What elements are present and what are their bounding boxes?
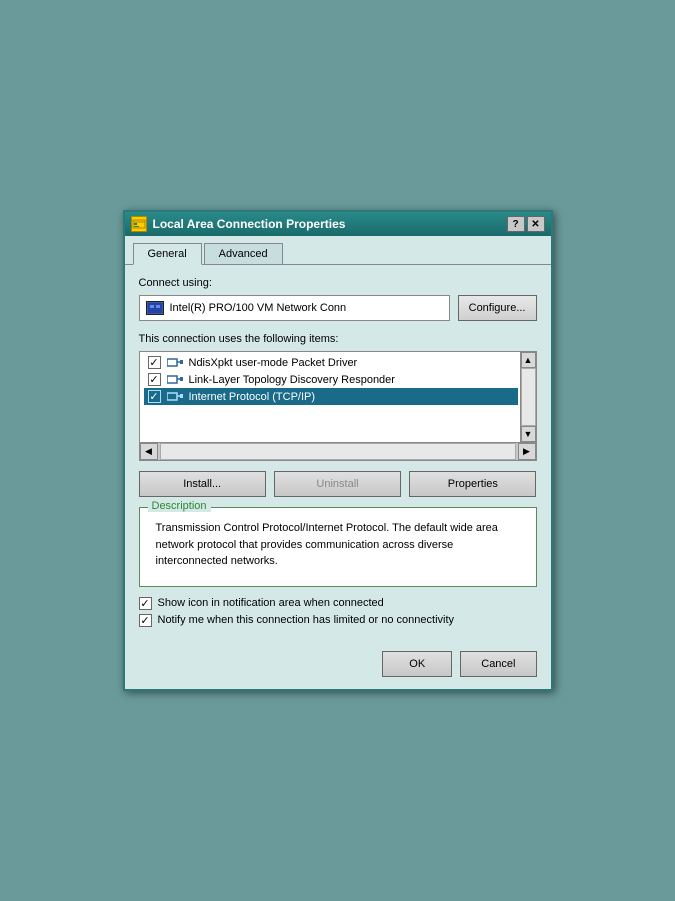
action-buttons: Install... Uninstall Properties (139, 471, 537, 497)
dialog-window: Local Area Connection Properties ? ✕ Gen… (123, 210, 553, 691)
scroll-track-v[interactable] (521, 368, 536, 426)
item-label-1: NdisXpkt user-mode Packet Driver (189, 357, 358, 369)
notify-label: Notify me when this connection has limit… (158, 614, 455, 626)
notify-checkbox[interactable]: ✓ (139, 614, 152, 627)
description-title: Description (148, 500, 211, 512)
title-bar-left: Local Area Connection Properties (131, 216, 346, 232)
help-button[interactable]: ? (507, 216, 525, 232)
net-icon-2 (167, 373, 183, 386)
scroll-right-arrow[interactable]: ▶ (518, 443, 536, 460)
description-group: Description Transmission Control Protoco… (139, 507, 537, 587)
adapter-icon (146, 301, 164, 315)
install-button[interactable]: Install... (139, 471, 266, 497)
close-button[interactable]: ✕ (527, 216, 545, 232)
notify-row: ✓ Notify me when this connection has lim… (139, 614, 537, 627)
list-item-selected[interactable]: ✓ Internet Protocol (TCP/IP) (144, 388, 518, 405)
adapter-box: Intel(R) PRO/100 VM Network Conn (139, 295, 450, 321)
show-icon-label: Show icon in notification area when conn… (158, 597, 384, 609)
items-list-container: ✓ NdisXpkt user-mode Packet Driver ✓ (139, 351, 537, 461)
show-icon-row: ✓ Show icon in notification area when co… (139, 597, 537, 610)
tab-general[interactable]: General (133, 243, 202, 265)
scroll-up-arrow[interactable]: ▲ (521, 352, 536, 368)
tab-advanced[interactable]: Advanced (204, 243, 283, 265)
cancel-button[interactable]: Cancel (460, 651, 536, 677)
net-icon-1 (167, 356, 183, 369)
window-title: Local Area Connection Properties (153, 217, 346, 231)
item-label-2: Link-Layer Topology Discovery Responder (189, 374, 395, 386)
configure-button[interactable]: Configure... (458, 295, 537, 321)
connect-using-label: Connect using: (139, 277, 537, 289)
ok-button[interactable]: OK (382, 651, 452, 677)
title-bar-buttons: ? ✕ (507, 216, 545, 232)
uninstall-button[interactable]: Uninstall (274, 471, 401, 497)
net-icon-3 (167, 390, 183, 403)
description-text: Transmission Control Protocol/Internet P… (148, 516, 528, 578)
title-bar: Local Area Connection Properties ? ✕ (125, 212, 551, 236)
item-checkbox-2[interactable]: ✓ (148, 373, 161, 386)
tab-content-general: Connect using: Intel(R) PRO/100 VM Netwo… (125, 265, 551, 643)
item-label-3: Internet Protocol (TCP/IP) (189, 391, 316, 403)
scroll-left-arrow[interactable]: ◀ (140, 443, 158, 460)
horizontal-scrollbar[interactable]: ◀ ▶ (140, 442, 536, 460)
connect-using-row: Intel(R) PRO/100 VM Network Conn Configu… (139, 295, 537, 321)
scroll-down-arrow[interactable]: ▼ (521, 426, 536, 442)
window-icon (131, 216, 147, 232)
vertical-scrollbar[interactable]: ▲ ▼ (520, 352, 536, 442)
scroll-track-h[interactable] (160, 443, 516, 460)
show-icon-checkbox[interactable]: ✓ (139, 597, 152, 610)
item-checkbox-1[interactable]: ✓ (148, 356, 161, 369)
dialog-buttons: OK Cancel (125, 643, 551, 689)
item-checkbox-3[interactable]: ✓ (148, 390, 161, 403)
list-item[interactable]: ✓ NdisXpkt user-mode Packet Driver (144, 354, 518, 371)
properties-button[interactable]: Properties (409, 471, 536, 497)
items-list: ✓ NdisXpkt user-mode Packet Driver ✓ (140, 352, 536, 442)
items-label: This connection uses the following items… (139, 333, 537, 345)
list-item[interactable]: ✓ Link-Layer Topology Discovery Responde… (144, 371, 518, 388)
tab-bar: General Advanced (125, 236, 551, 265)
items-section: This connection uses the following items… (139, 333, 537, 461)
adapter-name: Intel(R) PRO/100 VM Network Conn (170, 302, 347, 314)
